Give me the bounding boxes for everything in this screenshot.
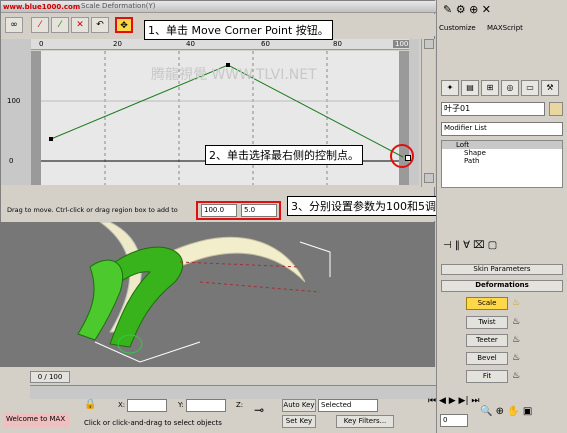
window-title: Scale Deformation(Y) — [81, 2, 156, 10]
time-slider[interactable]: 0 / 100 — [30, 371, 70, 383]
playback-controls[interactable]: ⏮ ◀ ▶ ▶| ⏭ — [428, 396, 479, 406]
perspective-viewport[interactable] — [0, 221, 435, 367]
menu-customize[interactable]: Customize — [439, 24, 476, 32]
top-icons: ✎ ⚙ ⊕ ✕ — [443, 3, 492, 16]
tab-utilities[interactable]: ⚒ — [541, 80, 559, 96]
move-corner-point-button[interactable]: ✥ — [115, 17, 133, 33]
coord-x-label: X: — [118, 401, 126, 409]
scroll-down-icon[interactable] — [424, 173, 434, 183]
command-panel: ✎ ⚙ ⊕ ✕ Customize MAXScript ✦ ▤ ⊞ ◎ ▭ ⚒ … — [436, 0, 567, 433]
point-highlight-circle — [390, 144, 414, 168]
lock-icon[interactable]: 🔒 — [84, 399, 96, 410]
teeter-deform-button[interactable]: Teeter — [466, 334, 508, 347]
scale-label-100: 100 — [7, 97, 21, 105]
stack-item-shape[interactable]: Shape — [442, 149, 562, 157]
lightbulb-icon[interactable]: ♨ — [512, 370, 522, 382]
stack-tools: ⊣ ‖ ∀ ⌧ ▢ — [443, 240, 498, 251]
watermark-url: www.blue1000.com — [3, 3, 81, 11]
twist-deform-button[interactable]: Twist — [466, 316, 508, 329]
stack-item-loft[interactable]: Loft — [442, 141, 562, 149]
callout-2: 2、单击选择最右侧的控制点。 — [205, 145, 363, 165]
ruler-tick: 100 — [393, 40, 411, 48]
tab-hierarchy[interactable]: ⊞ — [481, 80, 499, 96]
tab-modify[interactable]: ▤ — [461, 80, 479, 96]
horizontal-ruler: 0 20 40 60 80 100 — [31, 39, 411, 50]
menu-maxscript[interactable]: MAXScript — [487, 24, 523, 32]
coord-x-field[interactable] — [127, 399, 167, 412]
track-bar[interactable] — [30, 385, 436, 399]
scroll-up-icon[interactable] — [424, 39, 434, 49]
lightbulb-icon[interactable]: ♨ — [512, 334, 522, 346]
bevel-deform-button[interactable]: Bevel — [466, 352, 508, 365]
watermark-text: 腾龍視覺 WWW.TLVI.NET — [151, 66, 317, 83]
tab-display[interactable]: ▭ — [521, 80, 539, 96]
window-titlebar: www.blue1000.com Scale Deformation(Y) — [1, 1, 436, 13]
coord-y-label: Y: — [178, 401, 184, 409]
frame-number-field[interactable]: 0 — [440, 414, 468, 427]
display-x-icon[interactable]: ⁄ — [31, 17, 49, 33]
lightbulb-icon[interactable]: ♨ — [512, 316, 522, 328]
ruler-tick: 40 — [186, 40, 195, 48]
graph-left-margin — [31, 51, 41, 185]
scale-deform-button[interactable]: Scale — [466, 297, 508, 310]
modifier-stack[interactable]: Loft Shape Path — [441, 140, 563, 188]
welcome-box: Welcome to MAX — [4, 413, 70, 427]
vertical-scrollbar[interactable] — [421, 39, 435, 187]
stack-item-path[interactable]: Path — [442, 157, 562, 165]
nav-icons[interactable]: 🔍 ⊕ ✋ ▣ — [480, 406, 532, 417]
tab-create[interactable]: ✦ — [441, 80, 459, 96]
scale-label-0: 0 — [9, 157, 14, 165]
tab-motion[interactable]: ◎ — [501, 80, 519, 96]
key-icon[interactable]: ⊸ — [254, 403, 264, 417]
object-color-swatch[interactable] — [549, 102, 563, 116]
panel-tabs: ✦ ▤ ⊞ ◎ ▭ ⚒ — [441, 80, 566, 98]
modifier-list-dropdown[interactable]: Modifier List — [441, 122, 563, 136]
ruler-tick: 20 — [113, 40, 122, 48]
coord-z-label: Z: — [236, 401, 244, 409]
callout-1: 1、单击 Move Corner Point 按钮。 — [144, 20, 333, 40]
vertical-scale: 100 0 — [1, 39, 31, 185]
key-filters-button[interactable]: Key Filters... — [336, 415, 394, 428]
ruler-tick: 80 — [333, 40, 342, 48]
fields-highlight — [196, 201, 281, 220]
coord-y-field[interactable] — [186, 399, 226, 412]
rollout-skin-parameters[interactable]: Skin Parameters — [441, 264, 563, 275]
bottom-bar: 0 / 100 Welcome to MAX 🔒 X: Y: Z: Click … — [0, 367, 436, 433]
status-hint: Drag to move. Ctrl-click or drag region … — [7, 206, 178, 214]
auto-key-button[interactable]: Auto Key — [282, 399, 316, 412]
display-y-icon[interactable]: ⁄ — [51, 17, 69, 33]
display-xy-icon[interactable]: ✕ — [71, 17, 89, 33]
lock-aspect-icon[interactable]: ∞ — [5, 17, 23, 33]
viewport-svg — [77, 221, 331, 363]
lightbulb-icon[interactable]: ♨ — [512, 297, 522, 309]
prompt-text: Click or click-and-drag to select object… — [84, 419, 222, 427]
fit-deform-button[interactable]: Fit — [466, 370, 508, 383]
ruler-tick: 0 — [39, 40, 44, 48]
object-name-field[interactable]: 叶子01 — [441, 102, 545, 116]
rollout-deformations[interactable]: Deformations — [441, 280, 563, 292]
set-key-button[interactable]: Set Key — [282, 415, 316, 428]
lightbulb-icon[interactable]: ♨ — [512, 352, 522, 364]
selected-dropdown[interactable]: Selected — [318, 399, 378, 412]
swap-curves-icon[interactable]: ↶ — [91, 17, 109, 33]
control-point[interactable] — [49, 137, 53, 141]
ruler-tick: 60 — [261, 40, 270, 48]
